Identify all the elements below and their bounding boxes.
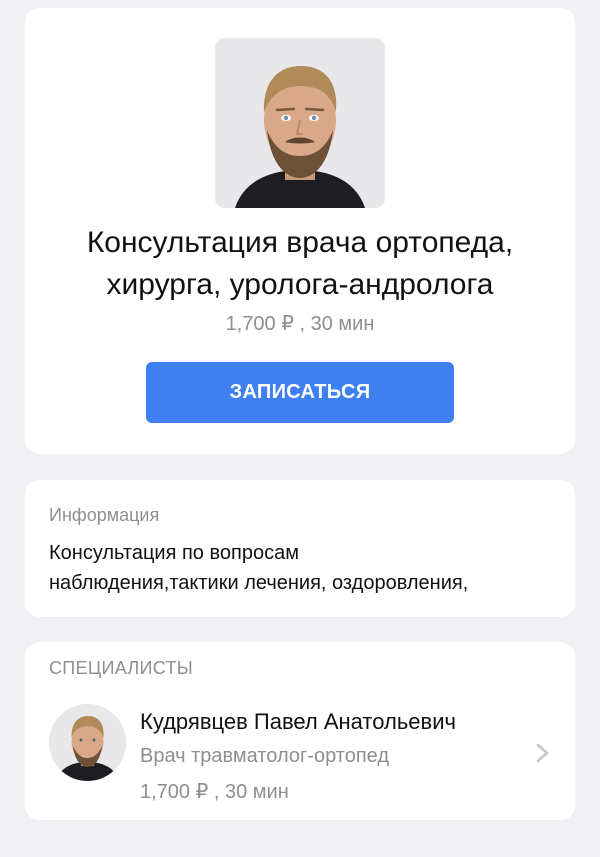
specialist-avatar (49, 704, 126, 781)
service-title: Консультация врача ортопеда, хирурга, ур… (25, 222, 575, 306)
doctor-avatar-icon (49, 704, 126, 781)
specialist-role: Врач травматолог-ортопед (140, 745, 390, 767)
doctor-portrait-icon (215, 38, 385, 208)
info-text-line-1: Консультация по вопросам (49, 542, 299, 564)
info-text-line-2: наблюдения,тактики лечения, оздоровления… (49, 572, 469, 594)
specialist-price-duration: 1,700 ₽ , 30 мин (140, 781, 289, 803)
specialists-card: СПЕЦИАЛИСТЫ Кудрявцев Павел Анатольевич … (25, 642, 575, 820)
info-text: Консультация по вопросам наблюдения,такт… (49, 538, 564, 598)
specialist-row[interactable]: Кудрявцев Павел Анатольевич Врач травмат… (25, 697, 575, 807)
service-title-line-1: Консультация врача ортопеда, (86, 226, 514, 259)
specialists-heading: СПЕЦИАЛИСТЫ (49, 658, 193, 678)
service-price-duration: 1,700 ₽ , 30 мин (225, 313, 375, 335)
info-card: Информация Консультация по вопросам набл… (25, 480, 575, 617)
service-title-line-2: хирурга, уролога-андролога (106, 268, 494, 301)
specialist-name: Кудрявцев Павел Анатольевич (140, 709, 456, 734)
book-button[interactable]: ЗАПИСАТЬСЯ (146, 362, 454, 423)
service-card: Консультация врача ортопеда, хирурга, ур… (25, 8, 575, 454)
chevron-right-icon (536, 743, 549, 763)
doctor-photo (215, 38, 385, 208)
info-label: Информация (49, 505, 160, 525)
